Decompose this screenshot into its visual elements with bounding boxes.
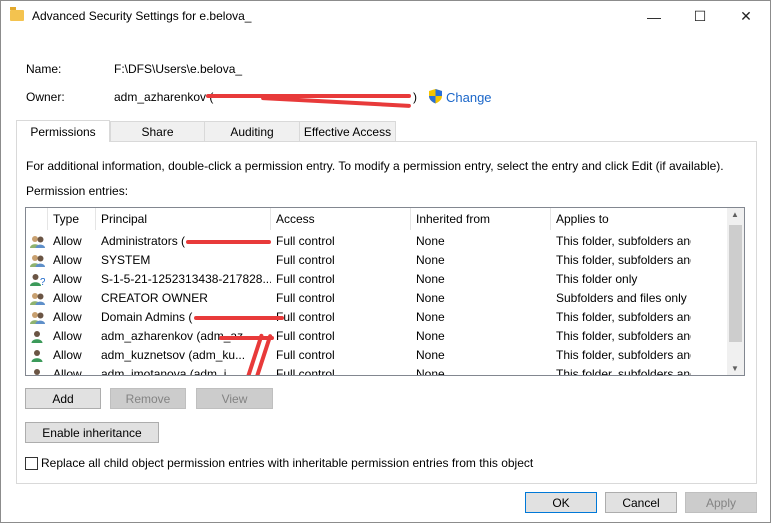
permission-entries-list[interactable]: Type Principal Access Inherited from App… (25, 207, 745, 376)
tab-auditing[interactable]: Auditing (204, 121, 300, 142)
cell-access: Full control (276, 348, 335, 362)
table-row[interactable]: Allow adm_azharenkov (adm_az Full control N… (26, 327, 729, 346)
cell-applies: This folder, subfolders and files (556, 367, 691, 376)
name-value: F:\DFS\Users\e.belova_ (114, 62, 243, 76)
cell-applies: This folder, subfolders and files (556, 329, 691, 343)
column-header-type[interactable]: Type (48, 208, 96, 230)
cell-principal: SYSTEM (101, 253, 151, 267)
view-button[interactable]: View (196, 388, 273, 409)
folder-icon (10, 7, 24, 21)
vertical-scrollbar[interactable]: ▲ ▼ (727, 208, 744, 375)
column-header-access[interactable]: Access (271, 208, 411, 230)
table-row[interactable]: ? Allow S-1-5-21-1252313438-217828... Full … (26, 270, 729, 289)
redaction (206, 94, 411, 98)
cell-applies: This folder, subfolders and files (556, 234, 691, 248)
ok-button[interactable]: OK (525, 492, 597, 513)
scrollbar-thumb[interactable] (729, 225, 742, 342)
enable-inheritance-button[interactable]: Enable inheritance (25, 422, 159, 443)
redaction (186, 240, 271, 244)
cell-applies: Subfolders and files only (556, 291, 687, 305)
cell-principal: S-1-5-21-1252313438-217828... (101, 272, 271, 286)
table-row[interactable]: Allow SYSTEM Full control None This folder, … (26, 251, 729, 270)
owner-close: ) (413, 90, 417, 104)
cell-applies: This folder, subfolders and files (556, 348, 691, 362)
cell-inherited: None (416, 253, 445, 267)
cancel-button[interactable]: Cancel (605, 492, 677, 513)
cell-access: Full control (276, 367, 335, 376)
replace-child-permissions-checkbox[interactable] (25, 457, 38, 470)
svg-text:?: ? (40, 277, 45, 286)
cell-access: Full control (276, 291, 335, 305)
column-header-inherited-from[interactable]: Inherited from (411, 208, 551, 230)
tab-permissions[interactable]: Permissions (16, 120, 110, 142)
table-row[interactable]: Allow CREATOR OWNER Full control None Subfol… (26, 289, 729, 308)
name-label: Name: (26, 62, 62, 76)
table-row[interactable]: Allow adm_imotanova (adm_i... Full control… (26, 365, 729, 376)
title-bar: Advanced Security Settings for e.belova_… (1, 1, 770, 32)
permission-entries-label: Permission entries: (26, 184, 129, 198)
cell-applies: This folder, subfolders and files (556, 310, 691, 324)
cell-applies: This folder only (556, 272, 638, 286)
cell-inherited: None (416, 329, 445, 343)
apply-button[interactable]: Apply (685, 492, 757, 513)
uac-shield-icon (429, 89, 442, 104)
cell-applies: This folder, subfolders and files (556, 253, 691, 267)
column-header-principal[interactable]: Principal (96, 208, 271, 230)
cell-type: Allow (53, 329, 82, 343)
cell-principal: adm_kuznetsov (adm_ku... (101, 348, 246, 362)
cell-type: Allow (53, 253, 82, 267)
cell-inherited: None (416, 367, 445, 376)
change-owner-link[interactable]: Change (446, 90, 492, 105)
scroll-down-icon[interactable]: ▼ (731, 364, 739, 373)
scroll-up-icon[interactable]: ▲ (731, 210, 739, 219)
close-button[interactable]: ✕ (723, 1, 769, 32)
add-button[interactable]: Add (25, 388, 101, 409)
cell-inherited: None (416, 348, 445, 362)
cell-inherited: None (416, 310, 445, 324)
cell-access: Full control (276, 272, 335, 286)
owner-value: adm_azharenkov ( (114, 90, 214, 104)
cell-type: Allow (53, 234, 82, 248)
minimize-button[interactable]: — (631, 1, 677, 32)
cell-inherited: None (416, 234, 445, 248)
column-header-icon (26, 208, 48, 230)
cell-access: Full control (276, 253, 335, 267)
cell-type: Allow (53, 310, 82, 324)
info-text: For additional information, double-click… (26, 159, 724, 173)
maximize-button[interactable]: ☐ (677, 1, 723, 32)
redaction (194, 316, 284, 320)
cell-type: Allow (53, 348, 82, 362)
window-title: Advanced Security Settings for e.belova_ (32, 9, 252, 23)
cell-principal: CREATOR OWNER (101, 291, 208, 305)
table-row[interactable]: Allow adm_kuznetsov (adm_ku... Full contro… (26, 346, 729, 365)
cell-inherited: None (416, 291, 445, 305)
tab-share[interactable]: Share (110, 121, 205, 142)
owner-label: Owner: (26, 90, 65, 104)
tab-effective-access[interactable]: Effective Access (299, 121, 396, 142)
cell-access: Full control (276, 234, 335, 248)
cell-type: Allow (53, 272, 82, 286)
cell-access: Full control (276, 329, 335, 343)
replace-child-permissions-label: Replace all child object permission entr… (41, 456, 534, 470)
cell-type: Allow (53, 367, 82, 376)
table-row[interactable]: Allow Administrators (Full control None Thi… (26, 232, 729, 251)
table-row[interactable]: Allow Domain Admins (Full control None This… (26, 308, 729, 327)
cell-type: Allow (53, 291, 82, 305)
column-header-applies-to[interactable]: Applies to (551, 208, 729, 230)
cell-access: Full control (276, 310, 335, 324)
remove-button[interactable]: Remove (110, 388, 186, 409)
cell-inherited: None (416, 272, 445, 286)
